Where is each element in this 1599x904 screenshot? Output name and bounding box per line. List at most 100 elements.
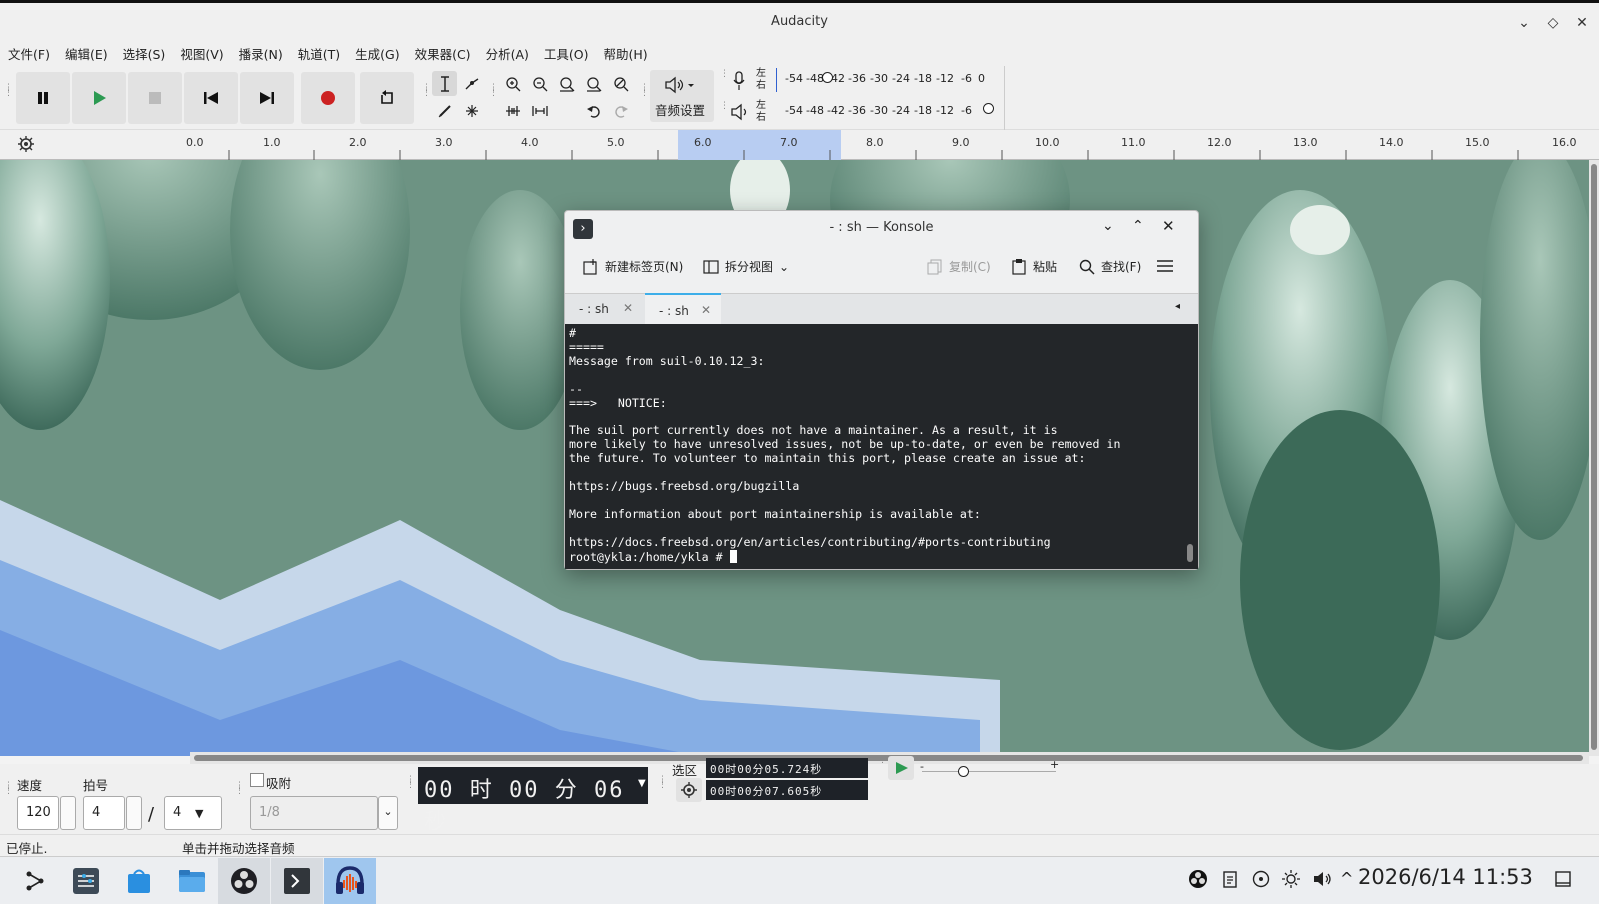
konsole-icon[interactable] xyxy=(271,858,323,904)
menu-generate[interactable]: 生成(G) xyxy=(347,42,406,63)
app-launcher-icon[interactable] xyxy=(8,858,60,904)
konsole-window[interactable]: › - : sh — Konsole ⌄ ⌃ ✕ 新建标签页(N) 拆分视图 ⌄… xyxy=(564,210,1199,570)
fit-selection-icon[interactable] xyxy=(554,71,579,96)
system-settings-icon[interactable] xyxy=(60,858,112,904)
meter-num-stepper[interactable] xyxy=(126,796,142,830)
menu-analyze[interactable]: 分析(A) xyxy=(478,42,536,63)
obs-tray-icon[interactable] xyxy=(1188,869,1208,893)
timeline-ruler[interactable]: 0.0 1.0 2.0 3.0 4.0 5.0 6.0 7.0 8.0 9.0 … xyxy=(0,130,1599,160)
silence-icon[interactable] xyxy=(527,98,552,123)
envelope-tool-icon[interactable] xyxy=(459,71,484,96)
multi-tool-icon[interactable] xyxy=(459,98,484,123)
maximize-icon[interactable]: ◇ xyxy=(1543,13,1563,33)
clipboard-icon[interactable] xyxy=(1222,870,1238,892)
tempo-input[interactable]: 120 xyxy=(17,796,59,830)
record-button[interactable] xyxy=(301,72,355,124)
maximize-icon[interactable]: ⌃ xyxy=(1132,218,1144,234)
pause-button[interactable] xyxy=(16,72,70,124)
vertical-scrollbar[interactable] xyxy=(1589,160,1599,756)
tray-expand-icon[interactable]: ^ xyxy=(1340,869,1353,888)
menu-transport[interactable]: 播录(N) xyxy=(231,42,290,63)
snap-checkbox[interactable] xyxy=(250,773,264,787)
selection-tool-icon[interactable] xyxy=(432,71,457,96)
toolbar-grip[interactable]: ⋮ xyxy=(720,102,729,111)
fit-project-icon[interactable] xyxy=(581,71,606,96)
menu-view[interactable]: 视图(V) xyxy=(172,42,230,63)
playback-meter[interactable]: -54 -48 -42 -36 -30 -24 -18 -12 -6 xyxy=(780,103,1000,130)
scroll-thumb[interactable] xyxy=(1591,164,1597,750)
brightness-icon[interactable] xyxy=(1282,870,1300,892)
menu-effect[interactable]: 效果器(C) xyxy=(407,42,478,63)
show-desktop-icon[interactable] xyxy=(1554,870,1572,892)
close-tab-icon[interactable]: ✕ xyxy=(623,301,633,315)
menu-tracks[interactable]: 轨道(T) xyxy=(290,42,347,63)
draw-tool-icon[interactable] xyxy=(432,98,457,123)
find-button[interactable]: 查找(F) xyxy=(1079,258,1141,275)
redo-icon[interactable] xyxy=(608,98,633,123)
toolbar-grip[interactable]: ⋮ ⋮ xyxy=(235,782,244,796)
tab-overflow-icon[interactable]: ◂ xyxy=(1175,301,1180,312)
terminal-output[interactable]: # ===== Message from suil-0.10.12_3: -- ===… xyxy=(565,324,1198,569)
time-display[interactable]: 00 时 00 分 06 秒 xyxy=(418,767,648,835)
minimize-icon[interactable]: ⌄ xyxy=(1102,218,1114,234)
tab-sh-2[interactable]: - : sh ✕ xyxy=(645,293,721,324)
play-at-speed-button[interactable] xyxy=(888,756,914,780)
zoom-in-icon[interactable] xyxy=(500,71,525,96)
toolbar-grip[interactable]: ⋮ ⋮ xyxy=(4,782,13,796)
obs-studio-icon[interactable] xyxy=(218,858,270,904)
new-tab-button[interactable]: 新建标签页(N) xyxy=(583,258,683,275)
minimize-icon[interactable]: ⌄ xyxy=(1514,13,1534,33)
skip-start-button[interactable] xyxy=(184,72,238,124)
trim-icon[interactable] xyxy=(500,98,525,123)
menu-file[interactable]: 文件(F) xyxy=(0,42,57,63)
snap-select[interactable]: 1/8 xyxy=(250,796,378,830)
play-level-knob[interactable] xyxy=(983,103,994,114)
speed-slider[interactable] xyxy=(922,771,1056,772)
meter-den-select[interactable]: 4 xyxy=(164,796,222,830)
menu-tools[interactable]: 工具(O) xyxy=(536,42,596,63)
copy-button[interactable]: 复制(C) xyxy=(927,258,991,275)
playback-speaker-icon[interactable] xyxy=(730,103,750,125)
stop-button[interactable] xyxy=(128,72,182,124)
discover-store-icon[interactable] xyxy=(113,858,165,904)
toolbar-grip[interactable]: ⋮ ⋮ xyxy=(658,776,667,790)
toolbar-grip[interactable]: ⋮ ⋮ xyxy=(489,84,498,98)
loop-button[interactable] xyxy=(360,72,414,124)
mic-icon[interactable] xyxy=(732,71,746,95)
tempo-stepper[interactable] xyxy=(60,796,76,830)
disk-icon[interactable] xyxy=(1252,870,1270,892)
menu-select[interactable]: 选择(S) xyxy=(115,42,173,63)
hamburger-menu-icon[interactable] xyxy=(1157,259,1173,277)
skip-end-button[interactable] xyxy=(240,72,294,124)
close-icon[interactable]: ✕ xyxy=(1572,13,1592,33)
play-button[interactable] xyxy=(72,72,126,124)
tab-sh-1[interactable]: - : sh ✕ xyxy=(565,293,645,324)
rec-level-knob[interactable] xyxy=(822,72,833,83)
menu-help[interactable]: 帮助(H) xyxy=(595,42,654,63)
undo-icon[interactable] xyxy=(581,98,606,123)
time-format-arrow-icon[interactable]: ▼ xyxy=(638,778,646,789)
toolbar-grip[interactable]: ⋮ ⋮ xyxy=(4,84,13,98)
selection-start[interactable]: 00时00分05.724秒 xyxy=(706,758,868,778)
zoom-toggle-icon[interactable] xyxy=(608,71,633,96)
volume-icon[interactable] xyxy=(1312,870,1332,892)
toolbar-grip[interactable]: ⋮ ⋮ xyxy=(422,84,431,98)
toolbar-grip[interactable]: ⋮ xyxy=(878,756,887,765)
toolbar-grip[interactable]: ⋮ ⋮ xyxy=(640,84,649,98)
zoom-out-icon[interactable] xyxy=(527,71,552,96)
close-icon[interactable]: ✕ xyxy=(1162,217,1175,235)
audacity-icon[interactable] xyxy=(324,858,376,904)
terminal-scrollbar[interactable] xyxy=(1187,544,1193,562)
file-manager-icon[interactable] xyxy=(166,858,218,904)
toolbar-grip[interactable]: ⋮ ⋮ xyxy=(406,776,415,790)
selection-settings-button[interactable] xyxy=(676,778,702,802)
selection-end[interactable]: 00时00分07.605秒 xyxy=(706,780,868,800)
speed-slider-knob[interactable] xyxy=(958,766,969,777)
chevron-down-icon[interactable]: ⌄ xyxy=(378,796,398,830)
clock[interactable]: 2026/6/14 11:53 xyxy=(1358,865,1533,889)
split-view-button[interactable]: 拆分视图 ⌄ xyxy=(703,258,789,275)
meter-num-input[interactable]: 4 xyxy=(83,796,125,830)
audio-setup-button[interactable]: 音频设置 xyxy=(650,70,714,122)
paste-button[interactable]: 粘贴 xyxy=(1011,258,1057,275)
toolbar-grip[interactable]: ⋮ xyxy=(720,70,729,79)
